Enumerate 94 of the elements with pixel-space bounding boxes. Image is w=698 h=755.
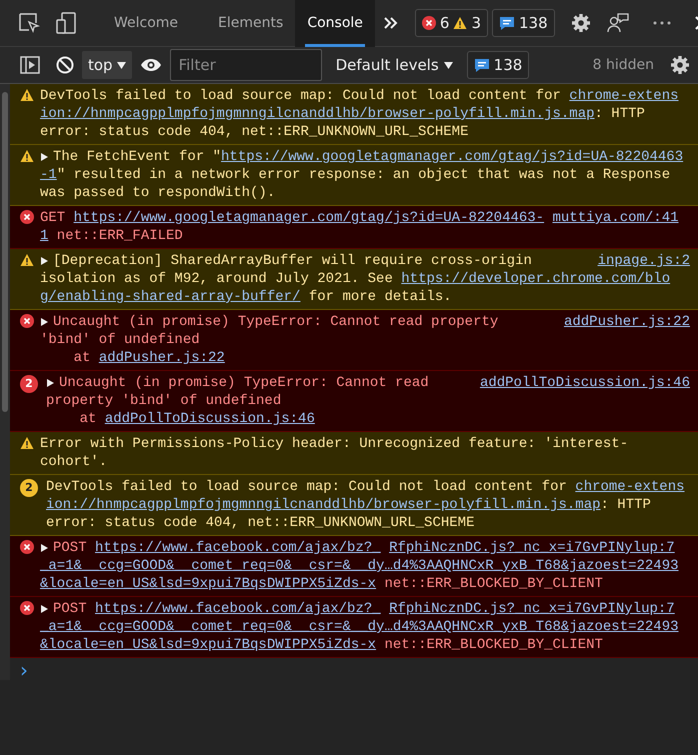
expand-icon[interactable]: [40, 604, 50, 614]
tab[interactable]: Welcome: [102, 0, 190, 46]
message-text: cohort'.: [40, 453, 108, 471]
hidden-count: 8 hidden: [592, 56, 654, 74]
link[interactable]: chrome-extens: [569, 87, 679, 105]
inspect-icon[interactable]: [18, 12, 40, 34]
link[interactable]: muttiya.com/:41: [552, 209, 679, 227]
source-link[interactable]: inpage.js:2: [598, 252, 690, 270]
link[interactable]: _a=1&__ccg=GOOD&__comet_req=0&__csr=&__dy…d4%3AAQHNCxR_yxB_T68&jazoest=22493: [40, 557, 679, 575]
message-text: POST: [53, 600, 88, 618]
eye-icon[interactable]: [140, 58, 162, 72]
link[interactable]: https://www.googletagmanager.com/gtag/js?id=UA-82204463-: [74, 209, 544, 227]
warning-icon: [453, 16, 468, 30]
message-text: : HTTP: [594, 105, 645, 123]
warning-icon: [20, 88, 34, 102]
link[interactable]: RfphiNcznDC.js?_nc_x=i7GvPINylup:7: [389, 539, 675, 557]
message-text: at: [78, 410, 98, 428]
source-link[interactable]: addPollToDiscussion.js:46: [480, 374, 690, 392]
more-icon[interactable]: [652, 21, 671, 25]
message-text: error: status code 404, net::ERR_UNKNOWN_URL_SCHEME: [40, 123, 468, 141]
error-icon: [422, 16, 436, 30]
message-text: : HTTP: [600, 496, 651, 514]
link[interactable]: &locale=en_US&lsd=9xpui7BqsDWIPPX5iZds-x: [40, 575, 376, 593]
messages-button[interactable]: 138: [466, 50, 530, 80]
expand-icon[interactable]: [40, 256, 50, 266]
warning-icon: [20, 253, 34, 267]
caret-icon: [116, 62, 126, 68]
warning-icon: [20, 149, 34, 163]
link[interactable]: addPusher.js:22: [98, 349, 225, 367]
message-icon: [498, 16, 515, 30]
source-link[interactable]: addPusher.js:22: [564, 313, 690, 331]
error-icon: [20, 540, 34, 554]
error-icon: [20, 210, 34, 224]
link[interactable]: https://www.facebook.com/ajax/bz?_: [95, 539, 381, 557]
link[interactable]: &locale=en_US&lsd=9xpui7BqsDWIPPX5iZds-x: [40, 636, 376, 654]
link[interactable]: addPollToDiscussion.js:46: [104, 410, 315, 428]
message-text: [Deprecation] SharedArrayBuffer will require cross-origin: [53, 252, 532, 270]
link[interactable]: https://developer.chrome.com/blo: [401, 270, 670, 288]
link[interactable]: RfphiNcznDC.js?_nc_x=i7GvPINylup:7: [389, 600, 675, 618]
settings-icon[interactable]: [570, 13, 591, 33]
link[interactable]: https://www.facebook.com/ajax/bz?_: [95, 600, 381, 618]
message-text: POST: [53, 539, 88, 557]
tab[interactable]: Console: [295, 0, 375, 46]
context-select[interactable]: top: [82, 50, 132, 80]
expand-icon[interactable]: [40, 543, 50, 553]
feedback-icon[interactable]: [606, 12, 629, 34]
message-text: for more details.: [308, 288, 452, 306]
link[interactable]: 1: [40, 227, 48, 245]
expand-icon[interactable]: [40, 152, 50, 162]
message-text: net::ERR_BLOCKED_BY_CLIENT: [383, 636, 603, 654]
link[interactable]: ion://hnmpcagpplmpfojmgmnngilcnanddlhb/browser-polyfill.min.js.map: [40, 105, 594, 123]
link[interactable]: ion://hnmpcagpplmpfojmgmnngilcnanddlhb/browser-polyfill.min.js.map: [46, 496, 600, 514]
message-text: Uncaught (in promise) TypeError: Cannot read property: [53, 313, 498, 331]
message-text: DevTools failed to load source map: Could not load content for: [46, 478, 568, 496]
message-text: property 'bind' of undefined: [46, 392, 282, 410]
expand-icon[interactable]: [46, 378, 56, 388]
link[interactable]: chrome-extens: [575, 478, 685, 496]
message-text: Error with Permissions-Policy header: Unrecognized feature: 'interest-: [40, 435, 628, 453]
message-icon: [474, 58, 490, 72]
message-text: error: status code 404, net::ERR_UNKNOWN_URL_SCHEME: [46, 514, 474, 532]
message-text: net::ERR_FAILED: [56, 227, 183, 245]
clear-icon[interactable]: [56, 56, 74, 74]
message-text: Uncaught (in promise) TypeError: Cannot read: [59, 374, 429, 392]
message-text: at: [72, 349, 92, 367]
link[interactable]: https://www.googletagmanager.com/gtag/js?id=UA-82204463: [221, 148, 684, 166]
message-text: net::ERR_BLOCKED_BY_CLIENT: [383, 575, 603, 593]
message-text: 'bind' of undefined: [40, 331, 200, 349]
error-icon: [20, 314, 34, 328]
settings-icon[interactable]: [670, 55, 690, 75]
caret-icon: [444, 62, 453, 68]
device-icon[interactable]: [56, 12, 78, 34]
error-icon: [20, 601, 34, 615]
message-text: GET: [40, 209, 66, 227]
prompt-icon[interactable]: ›: [10, 658, 698, 680]
expand-icon[interactable]: [40, 317, 50, 327]
warning-icon: [20, 436, 34, 450]
link[interactable]: _a=1&__ccg=GOOD&__comet_req=0&__csr=&__dy…d4%3AAQHNCxR_yxB_T68&jazoest=22493: [40, 618, 679, 636]
message-text: DevTools failed to load source map: Could not load content for: [40, 87, 562, 105]
scrollbar[interactable]: [2, 92, 8, 412]
filter-field[interactable]: Filter: [170, 49, 322, 81]
link[interactable]: -1: [40, 166, 57, 184]
levels-dropdown[interactable]: Default levels: [330, 52, 459, 78]
count-badge: 2: [20, 479, 38, 497]
sidebar-icon[interactable]: [20, 56, 40, 74]
more-tabs-icon[interactable]: [382, 16, 399, 30]
message-text: " resulted in a network error response: an object that was not a Response: [56, 166, 670, 184]
message-text: isolation as of M92, around July 2021. See: [40, 270, 394, 288]
issues-button[interactable]: 6 3: [414, 8, 488, 38]
messages-button[interactable]: 138: [492, 8, 555, 38]
tab[interactable]: Elements: [206, 0, 296, 46]
count-badge: 2: [20, 375, 38, 393]
message-text: was passed to respondWith().: [40, 184, 276, 202]
link[interactable]: g/enabling-shared-array-buffer/: [40, 288, 300, 306]
message-text: The FetchEvent for ": [53, 148, 222, 166]
